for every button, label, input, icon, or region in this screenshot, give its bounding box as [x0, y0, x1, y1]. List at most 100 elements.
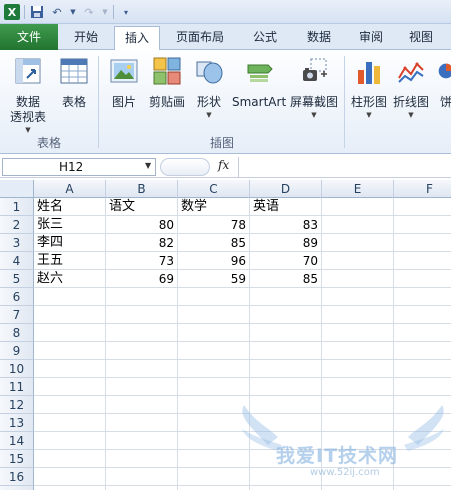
cell[interactable]: 语文: [106, 198, 178, 216]
name-box-dropdown-icon[interactable]: ▼: [145, 161, 151, 170]
cell[interactable]: [178, 486, 250, 490]
pie-chart-button[interactable]: 饼: [436, 56, 451, 110]
cell[interactable]: [394, 252, 451, 270]
cell[interactable]: [106, 288, 178, 306]
cell[interactable]: [106, 486, 178, 490]
cell[interactable]: [394, 396, 451, 414]
row-header[interactable]: 1: [0, 198, 34, 216]
cell[interactable]: [106, 306, 178, 324]
undo-icon[interactable]: ↶: [49, 4, 65, 20]
table-button[interactable]: 表格: [56, 56, 92, 110]
cell[interactable]: [178, 414, 250, 432]
cell[interactable]: [34, 306, 106, 324]
picture-button[interactable]: 图片: [106, 56, 142, 110]
cell[interactable]: [322, 324, 394, 342]
cell[interactable]: 英语: [250, 198, 322, 216]
line-chart-dropdown-icon[interactable]: ▼: [392, 110, 430, 120]
cell[interactable]: 89: [250, 234, 322, 252]
cell[interactable]: [106, 342, 178, 360]
column-chart-dropdown-icon[interactable]: ▼: [350, 110, 388, 120]
tab-view[interactable]: 视图: [400, 26, 442, 50]
cell[interactable]: [178, 378, 250, 396]
cell[interactable]: [322, 396, 394, 414]
tab-data[interactable]: 数据: [298, 26, 340, 50]
shapes-button[interactable]: 形状 ▼: [192, 56, 226, 120]
cell[interactable]: 96: [178, 252, 250, 270]
cell[interactable]: [394, 306, 451, 324]
formula-input[interactable]: [238, 157, 451, 177]
cell[interactable]: [394, 270, 451, 288]
tab-insert[interactable]: 插入: [114, 26, 160, 51]
cell[interactable]: [178, 342, 250, 360]
undo-dropdown-icon[interactable]: ▼: [69, 4, 77, 20]
cell[interactable]: [322, 360, 394, 378]
row-header[interactable]: 14: [0, 432, 34, 450]
cell[interactable]: 69: [106, 270, 178, 288]
cell[interactable]: [106, 468, 178, 486]
column-header[interactable]: A: [34, 180, 106, 198]
cell[interactable]: 张三: [34, 216, 106, 234]
excel-logo-icon[interactable]: X: [4, 4, 20, 20]
cell[interactable]: [322, 468, 394, 486]
redo-dropdown-icon[interactable]: ▼: [101, 4, 109, 20]
cell[interactable]: [106, 378, 178, 396]
cell[interactable]: [34, 360, 106, 378]
row-header[interactable]: 17: [0, 486, 34, 490]
cell[interactable]: [250, 306, 322, 324]
cell[interactable]: [322, 342, 394, 360]
cell[interactable]: [322, 450, 394, 468]
cell[interactable]: [322, 306, 394, 324]
cell[interactable]: [322, 414, 394, 432]
cell[interactable]: [34, 414, 106, 432]
column-header[interactable]: C: [178, 180, 250, 198]
tab-page-layout[interactable]: 页面布局: [168, 26, 232, 50]
cell[interactable]: 数学: [178, 198, 250, 216]
cell[interactable]: [106, 324, 178, 342]
select-all-corner[interactable]: [0, 180, 34, 198]
cell[interactable]: [394, 234, 451, 252]
formula-buttons[interactable]: [160, 158, 210, 176]
cell[interactable]: 赵六: [34, 270, 106, 288]
cell[interactable]: [178, 306, 250, 324]
cell[interactable]: [106, 396, 178, 414]
cell[interactable]: [250, 378, 322, 396]
tab-file[interactable]: 文件: [0, 24, 58, 50]
clip-art-button[interactable]: 剪贴画: [146, 56, 188, 110]
cell[interactable]: [178, 396, 250, 414]
cell[interactable]: 李四: [34, 234, 106, 252]
cell[interactable]: 姓名: [34, 198, 106, 216]
row-header[interactable]: 4: [0, 252, 34, 270]
redo-icon[interactable]: ↷: [81, 4, 97, 20]
row-header[interactable]: 16: [0, 468, 34, 486]
cell[interactable]: [178, 324, 250, 342]
cell[interactable]: 73: [106, 252, 178, 270]
row-header[interactable]: 10: [0, 360, 34, 378]
column-header[interactable]: D: [250, 180, 322, 198]
cell[interactable]: [34, 486, 106, 490]
cell[interactable]: 70: [250, 252, 322, 270]
cell[interactable]: [178, 288, 250, 306]
tab-home[interactable]: 开始: [62, 26, 110, 50]
cell[interactable]: [178, 360, 250, 378]
row-header[interactable]: 6: [0, 288, 34, 306]
cell[interactable]: [106, 450, 178, 468]
cell[interactable]: [394, 288, 451, 306]
cell[interactable]: [250, 486, 322, 490]
cell[interactable]: 78: [178, 216, 250, 234]
pivot-table-button[interactable]: 数据 透视表 ▼: [4, 56, 52, 135]
cell[interactable]: 82: [106, 234, 178, 252]
cell[interactable]: [394, 324, 451, 342]
cell[interactable]: [394, 360, 451, 378]
cell[interactable]: [394, 468, 451, 486]
cell[interactable]: 83: [250, 216, 322, 234]
screenshot-dropdown-icon[interactable]: ▼: [288, 110, 340, 120]
column-header[interactable]: F: [394, 180, 451, 198]
tab-formulas[interactable]: 公式: [244, 26, 286, 50]
cell[interactable]: [322, 198, 394, 216]
line-chart-button[interactable]: 折线图 ▼: [392, 56, 430, 120]
save-icon[interactable]: [29, 4, 45, 20]
cell[interactable]: [34, 396, 106, 414]
cell[interactable]: [250, 360, 322, 378]
column-header[interactable]: B: [106, 180, 178, 198]
row-header[interactable]: 5: [0, 270, 34, 288]
